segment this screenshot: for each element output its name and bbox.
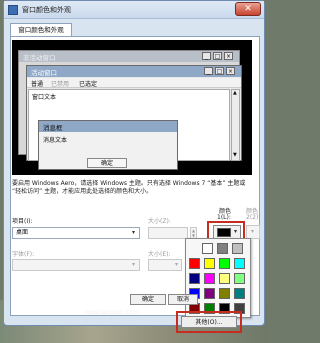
color-swatch[interactable] (234, 258, 245, 269)
color-palette (185, 238, 251, 318)
font-size-select[interactable]: ▾ (148, 259, 182, 271)
color-swatch[interactable] (204, 273, 215, 284)
font-select[interactable]: ▾ (12, 259, 140, 271)
minimize-icon: _ (202, 52, 211, 60)
chevron-down-icon: ▾ (132, 229, 136, 236)
menu-item-selected: 已选定 (79, 81, 98, 88)
font-label: 字体(F): (12, 251, 35, 258)
maximize-icon: □ (215, 67, 224, 75)
message-box-title: 消息框 (43, 124, 63, 132)
item-size-label: 大小(Z): (148, 218, 171, 225)
color-swatch[interactable] (189, 258, 200, 269)
color-swatch[interactable] (189, 273, 200, 284)
other-color-button[interactable]: 其他(O)... (181, 316, 237, 328)
color2-button[interactable]: ▾ (246, 225, 260, 239)
preview-message-box: 消息框 消息文本 确定 (38, 120, 178, 170)
active-title: 活动窗口 (31, 69, 57, 77)
color-swatch[interactable] (219, 288, 230, 299)
color1-button[interactable]: ▾ (213, 225, 241, 239)
scroll-down-icon: ▼ (233, 152, 237, 158)
active-title-bar: 活动窗口 _ □ × (27, 66, 241, 77)
aero-explanation: 要启用 Windows Aero，请选择 Windows 主题。只有选择 Win… (12, 180, 246, 195)
cancel-button[interactable]: 取消 (168, 294, 198, 305)
chevron-down-icon: ▾ (234, 228, 238, 235)
color-swatch[interactable] (234, 273, 245, 284)
chevron-down-icon: ▾ (175, 261, 179, 268)
tab-window-color[interactable]: 窗口颜色和外观 (10, 23, 72, 37)
color2-sub-label: 2(2): (246, 214, 261, 221)
item-select-value: 桌面 (16, 229, 29, 236)
window-icon (8, 5, 18, 15)
color-swatch[interactable] (204, 258, 215, 269)
close-icon: × (224, 52, 233, 60)
item-select[interactable]: 桌面 ▾ (12, 227, 140, 239)
color-swatch[interactable] (219, 258, 230, 269)
color-swatch[interactable] (204, 288, 215, 299)
menu-item-normal: 普通 (31, 81, 44, 88)
color-swatch[interactable] (202, 243, 213, 254)
message-text: 消息文本 (43, 137, 68, 144)
preview-ok-button: 确定 (87, 158, 127, 168)
title-bar[interactable]: 窗口颜色和外观 ✕ (4, 1, 264, 19)
watermark: www.iamusic.com (85, 309, 139, 316)
color-swatch[interactable] (234, 288, 245, 299)
chevron-down-icon: ▾ (251, 228, 255, 235)
color1-sub-label: 1(L): (217, 214, 231, 221)
menu-item-disabled: 已禁用 (51, 81, 70, 88)
maximize-icon: □ (213, 52, 222, 60)
ok-button[interactable]: 确定 (130, 294, 166, 305)
color-swatch[interactable] (219, 273, 230, 284)
preview-scrollbar: ▲ ▼ (231, 89, 240, 161)
close-icon: × (226, 67, 235, 75)
item-size-input[interactable] (148, 227, 188, 239)
font-size-label: 大小(E): (148, 251, 171, 258)
item-label: 项目(I): (12, 218, 33, 225)
inactive-title: 非活动窗口 (23, 54, 56, 62)
scroll-up-icon: ▲ (233, 90, 237, 96)
inactive-title-bar: 非活动窗口 _ □ × (19, 51, 239, 62)
color-swatch[interactable] (232, 243, 243, 254)
color1-swatch (217, 228, 231, 237)
preview-menu-bar: 普通 已禁用 已选定 (27, 78, 241, 88)
chevron-down-icon: ▾ (132, 261, 136, 268)
color-swatch[interactable] (217, 243, 228, 254)
message-box-title-bar: 消息框 (39, 121, 177, 132)
window-title: 窗口颜色和外观 (22, 6, 71, 14)
minimize-icon: _ (204, 67, 213, 75)
tab-strip: 窗口颜色和外观 (10, 23, 260, 37)
window-text-label: 窗口文本 (32, 94, 57, 101)
close-button[interactable]: ✕ (235, 2, 261, 16)
